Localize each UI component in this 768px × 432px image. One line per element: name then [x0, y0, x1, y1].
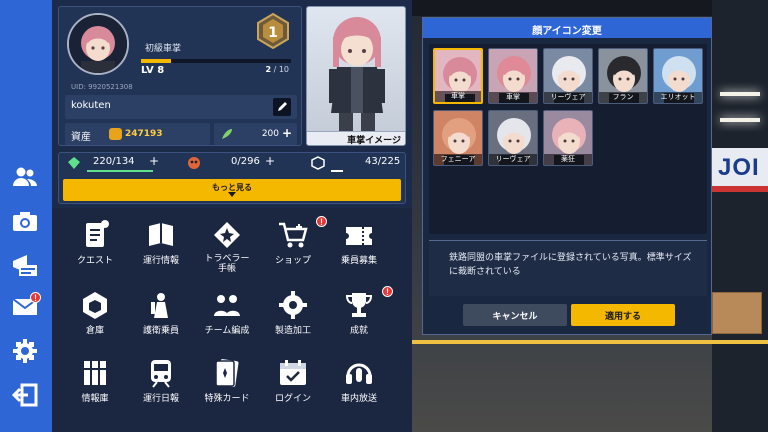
- svg-text:1: 1: [268, 25, 278, 41]
- face-option[interactable]: フェニーア: [433, 110, 483, 166]
- face-option-label: エリオット: [654, 92, 702, 103]
- resource-bar: 220/134 + 0/296 + 43/225 もっと見る: [58, 152, 406, 204]
- face-option-label: リーヴェア: [489, 154, 537, 165]
- face-option[interactable]: 薬狂: [543, 110, 593, 166]
- face-option[interactable]: リーヴェア: [488, 110, 538, 166]
- xp-value: 2 / 10: [265, 65, 289, 74]
- level-label: LV 8: [141, 65, 165, 76]
- settings-icon[interactable]: [8, 336, 42, 366]
- face-icon-dialog: 顔アイコン変更 車掌 車掌 リーヴェア フラン エリオット フェニーア リーヴェア 薬狂 鉄路…: [422, 17, 712, 335]
- menu-grid: クエスト 運行情報 トラベラー 手帳 ショップ ! 乗員募集 倉庫 護衛乗員 チ…: [52, 208, 412, 432]
- menu-traveler-notebook[interactable]: トラベラー 手帳: [194, 216, 260, 276]
- menu-warehouse[interactable]: 倉庫: [62, 286, 128, 346]
- face-option-label: 車掌: [435, 91, 481, 102]
- menu-special-card[interactable]: 特殊カード: [194, 354, 260, 414]
- headset-icon: [346, 363, 372, 384]
- avatar[interactable]: [67, 13, 129, 75]
- exit-icon[interactable]: [8, 380, 42, 410]
- menu-login[interactable]: ログイン: [260, 354, 326, 414]
- face-option-label: 薬狂: [544, 154, 592, 165]
- menu-daily-report[interactable]: 運行日報: [128, 354, 194, 414]
- announcement-icon[interactable]: [8, 250, 42, 280]
- warehouse-icon: [83, 292, 107, 319]
- gem-icon: [68, 157, 80, 169]
- ticket-icon: [346, 227, 372, 245]
- asset-row: 資産 247193: [65, 123, 210, 145]
- train-icon: [151, 360, 171, 388]
- profile-card: 初級車掌 LV 8 2 / 10 1 UID: 9920521308 kokut…: [58, 6, 302, 146]
- cube-icon: [311, 156, 325, 170]
- menu-team-formation[interactable]: チーム編成: [194, 286, 260, 346]
- left-rail: !: [0, 0, 52, 432]
- more-button[interactable]: もっと見る: [63, 179, 401, 201]
- cancel-button[interactable]: キャンセル: [463, 304, 567, 326]
- resource-value-2: 0/296: [231, 156, 260, 167]
- face-option[interactable]: 車掌: [433, 48, 483, 104]
- star-icon: [214, 222, 240, 248]
- add-resource-2-button[interactable]: +: [265, 154, 275, 168]
- gem-value: 200: [261, 129, 279, 139]
- team-icon: [214, 295, 240, 316]
- friends-icon[interactable]: [8, 162, 42, 192]
- coin-icon: [109, 128, 122, 140]
- uid-label: UID: 9920521308: [71, 83, 133, 91]
- menu-quest[interactable]: クエスト: [62, 216, 128, 276]
- menu-crew-recruit[interactable]: 乗員募集: [326, 216, 392, 276]
- player-name: kokuten: [71, 100, 111, 111]
- gem-row: 200 +: [214, 123, 297, 145]
- menu-achievements[interactable]: 成就 !: [326, 286, 393, 346]
- face-option[interactable]: 車掌: [488, 48, 538, 104]
- camera-icon[interactable]: [8, 206, 42, 236]
- archive-icon: [84, 361, 106, 385]
- menu-operation-info[interactable]: 運行情報: [128, 216, 194, 276]
- conductor-portrait[interactable]: 車掌イメージ: [306, 6, 406, 146]
- asset-value: 247193: [125, 129, 163, 139]
- pencil-icon: [278, 102, 287, 111]
- face-option-label: フラン: [599, 92, 647, 103]
- face-option[interactable]: エリオット: [653, 48, 703, 104]
- trophy-icon: [345, 293, 373, 317]
- xp-bar: [141, 59, 291, 63]
- portrait-caption: 車掌イメージ: [307, 131, 405, 145]
- dialog-title: 顔アイコン変更: [532, 26, 602, 37]
- menu-manufacturing[interactable]: 製造加工: [260, 286, 326, 346]
- face-option[interactable]: フラン: [598, 48, 648, 104]
- menu-shop[interactable]: ショップ !: [260, 216, 327, 276]
- calendar-icon: [280, 360, 306, 385]
- face-option-label: 車掌: [489, 92, 537, 103]
- menu-escort-crew[interactable]: 護衛乗員: [128, 286, 194, 346]
- main-panel: 初級車掌 LV 8 2 / 10 1 UID: 9920521308 kokut…: [52, 0, 412, 432]
- mail-icon[interactable]: !: [8, 292, 42, 322]
- resource-value-3: 43/225: [365, 156, 401, 167]
- chevron-down-icon: [228, 192, 236, 197]
- guard-icon: [151, 293, 168, 318]
- rank-badge: 1: [255, 12, 291, 50]
- mail-alert-badge: !: [30, 292, 41, 303]
- apply-button[interactable]: 適用する: [571, 304, 675, 326]
- book-icon: [149, 223, 173, 246]
- quest-icon: [86, 220, 109, 247]
- resource-value-1: 220/134: [93, 156, 135, 167]
- achievements-alert-badge: !: [382, 286, 393, 297]
- player-name-row: kokuten: [65, 95, 297, 119]
- edit-name-button[interactable]: [273, 98, 291, 116]
- menu-broadcast[interactable]: 車内放送: [326, 354, 392, 414]
- dialog-header: 顔アイコン変更: [423, 18, 711, 38]
- face-option-label: リーヴェア: [544, 92, 592, 103]
- face-description: 鉄路同盟の車掌ファイルに登録されている写真。標準サイズに裁断されている: [429, 240, 707, 296]
- cart-icon: [279, 222, 308, 248]
- add-resource-1-button[interactable]: +: [149, 154, 159, 168]
- gear-icon: [279, 291, 307, 319]
- add-gem-button[interactable]: +: [282, 126, 292, 140]
- face-option-label: フェニーア: [434, 154, 482, 165]
- card-icon: [215, 359, 239, 387]
- skull-icon: [188, 157, 200, 169]
- menu-archive[interactable]: 情報庫: [62, 354, 128, 414]
- face-option[interactable]: リーヴェア: [543, 48, 593, 104]
- station-sign: JOI: [712, 148, 768, 192]
- face-grid: 車掌 車掌 リーヴェア フラン エリオット フェニーア リーヴェア 薬狂: [429, 44, 707, 234]
- feather-icon: [222, 129, 232, 139]
- rank-label: 初級車掌: [145, 44, 182, 54]
